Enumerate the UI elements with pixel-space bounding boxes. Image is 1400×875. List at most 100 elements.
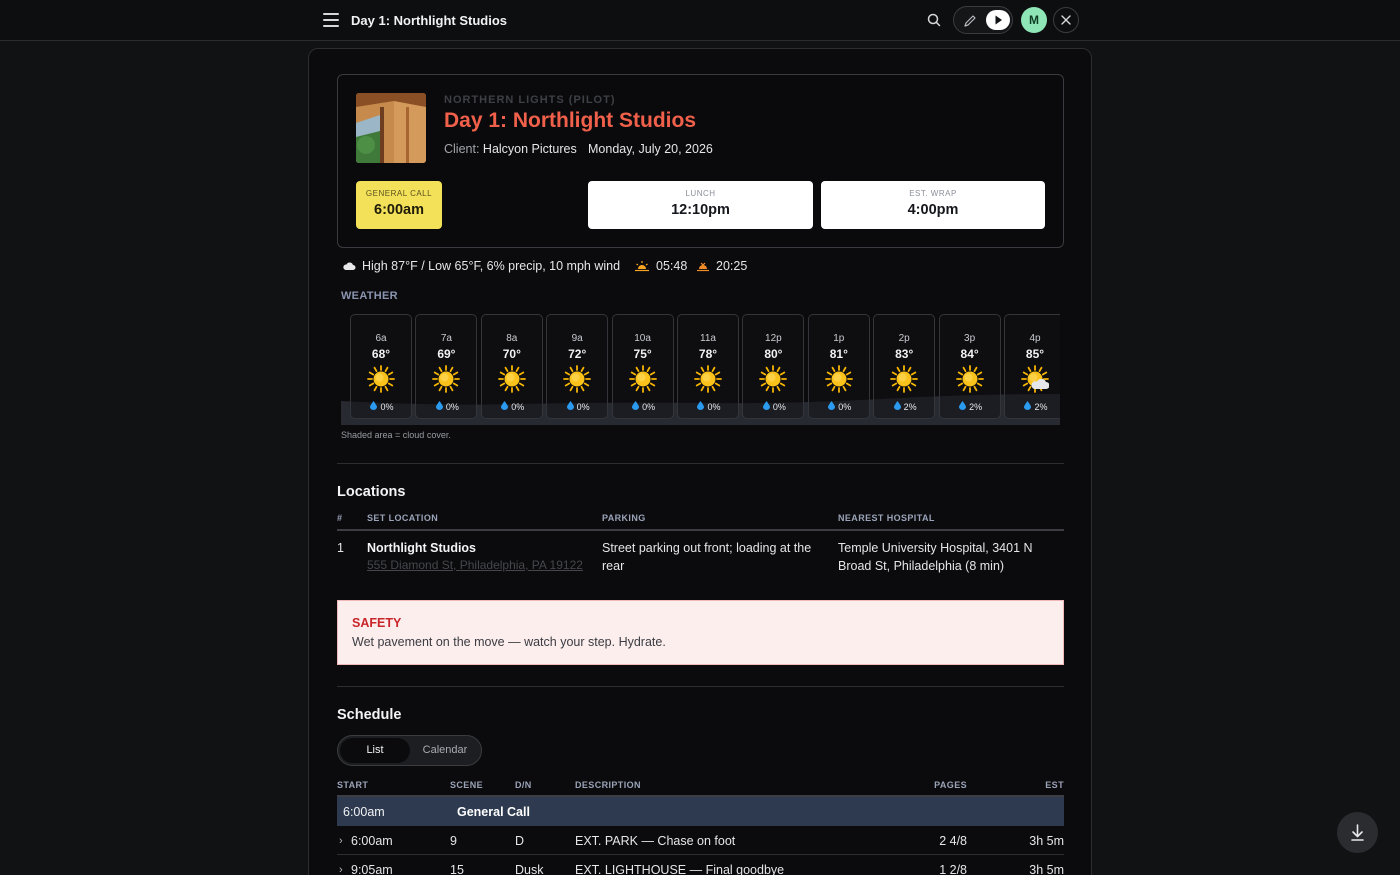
hour-temp: 68° (371, 347, 391, 361)
raindrop-icon (1024, 401, 1034, 412)
section-divider (337, 686, 1064, 687)
row-pages: 1 2/8 (939, 863, 967, 875)
sun-icon (743, 365, 803, 398)
sun-icon (678, 365, 738, 398)
hour-label: 11a (700, 333, 716, 344)
hour-temp: 83° (895, 347, 914, 361)
shoot-date: Monday, July 20, 2026 (588, 142, 713, 156)
lunch-time: 12:10pm (671, 202, 730, 218)
hour-temp: 84° (960, 347, 979, 361)
raindrop-icon (762, 401, 773, 412)
hour-label: 8a (506, 333, 518, 344)
general-call-row: 6:00am General Call (337, 797, 1064, 826)
hour-label: 10a (634, 333, 651, 344)
schedule-view-toggle: List Calendar (337, 735, 482, 766)
hour-label: 1p (833, 333, 845, 344)
raindrop-icon (501, 401, 511, 412)
sunset: 20:25 (697, 259, 747, 273)
row-scene: 15 (450, 863, 464, 875)
precip-value: 2% (1034, 401, 1048, 412)
sunrise-icon (635, 261, 649, 272)
close-button[interactable] (1053, 7, 1079, 33)
search-icon[interactable] (925, 11, 943, 29)
pencil-icon[interactable] (962, 13, 978, 29)
hour-card: 4p 85° 2% (1004, 314, 1060, 419)
section-divider (337, 463, 1064, 464)
hour-label: 6a (375, 333, 387, 344)
project-name: NORTHERN LIGHTS (PILOT) (444, 94, 616, 106)
col-header-start: START (337, 780, 369, 790)
hourly-weather-strip[interactable]: 6a 68° 0% 7a 69° 0% 8a 70° 0% 9a 72° 0% 10a 75° 0% 11a 7… (341, 314, 1060, 425)
menu-icon[interactable] (323, 13, 339, 27)
hour-temp: 72° (568, 347, 587, 361)
col-header-dn: D/N (515, 780, 532, 790)
chevron-right-icon[interactable]: › (339, 835, 343, 847)
hour-temp: 78° (698, 347, 718, 361)
tab-list[interactable]: List (340, 738, 410, 763)
cloud-cover-note: Shaded area = cloud cover. (341, 430, 451, 440)
safety-banner: SAFETY Wet pavement on the move — watch … (337, 600, 1064, 665)
weather-summary: High 87°F / Low 65°F, 6% precip, 10 mph … (342, 259, 620, 273)
raindrop-icon (632, 401, 642, 412)
avatar[interactable]: M (1021, 7, 1047, 33)
schedule-title: Schedule (337, 707, 402, 723)
download-button[interactable] (1337, 812, 1378, 853)
precip-value: 0% (838, 401, 852, 412)
sunset-icon (697, 262, 709, 272)
schedule-row[interactable]: › 9:05am 15 Dusk EXT. LIGHTHOUSE — Final… (337, 855, 1064, 875)
col-header-est: EST (1045, 780, 1064, 790)
edit-present-toggle[interactable] (953, 6, 1013, 34)
hospital-info: Temple University Hospital, 3401 N Broad… (838, 541, 1033, 573)
tab-calendar[interactable]: Calendar (410, 738, 480, 763)
hour-temp: 85° (1025, 347, 1045, 361)
raindrop-icon (566, 401, 577, 412)
sunrise: 05:48 (635, 259, 687, 273)
raindrop-icon (435, 401, 446, 412)
day-title: Day 1: Northlight Studios (444, 109, 696, 132)
general-call-box: GENERAL CALL 6:00am (356, 181, 442, 229)
close-icon (1061, 15, 1071, 25)
sun-icon (940, 365, 1000, 398)
row-start: 6:00am (351, 834, 393, 848)
hour-temp: 75° (633, 347, 652, 361)
top-bar: Day 1: Northlight Studios M (0, 0, 1400, 41)
sun-icon (613, 365, 673, 398)
hour-temp: 81° (829, 347, 848, 361)
raindrop-icon (828, 401, 838, 412)
row-pages: 2 4/8 (939, 834, 967, 848)
sunset-time: 20:25 (716, 259, 748, 273)
raindrop-icon (959, 401, 969, 412)
precip-value: 0% (380, 401, 394, 412)
sun-icon (351, 365, 411, 398)
wrap-time: 4:00pm (907, 202, 959, 218)
sun-icon (874, 365, 934, 398)
location-address-link[interactable]: 555 Diamond St, Philadelphia, PA 19122 (367, 558, 583, 572)
hour-card: 10a 75° 0% (611, 314, 675, 419)
precip-value: 0% (445, 401, 459, 412)
hour-card: 1p 81° 0% (807, 314, 870, 419)
col-header-pages: PAGES (934, 780, 967, 790)
hour-precip: 0% (613, 401, 675, 412)
hour-precip: 0% (743, 401, 805, 412)
precip-value: 0% (576, 401, 590, 412)
precip-value: 2% (969, 401, 983, 412)
client-line: Client: Halcyon Pictures (444, 142, 577, 156)
hour-label: 3p (964, 333, 976, 344)
hour-precip: 0% (547, 401, 609, 412)
col-header-num: # (337, 513, 343, 523)
hour-card: 8a 70° 0% (480, 314, 544, 419)
hour-precip: 0% (482, 401, 544, 412)
table-header-rule (337, 529, 1064, 531)
sunrise-time: 05:48 (656, 259, 688, 273)
locations-title: Locations (337, 484, 406, 500)
header-card: NORTHERN LIGHTS (PILOT) Day 1: Northligh… (337, 74, 1064, 248)
play-button[interactable] (986, 10, 1010, 30)
location-name: Northlight Studios (367, 541, 477, 555)
schedule-row[interactable]: › 6:00am 9 D EXT. PARK — Chase on foot 2… (337, 826, 1064, 855)
lunch-label: LUNCH (685, 189, 716, 198)
lunch-box: LUNCH 12:10pm (588, 181, 813, 229)
precip-value: 0% (707, 401, 721, 412)
chevron-right-icon[interactable]: › (339, 864, 343, 875)
col-header-set-location: SET LOCATION (367, 513, 439, 523)
precip-value: 0% (772, 401, 786, 412)
